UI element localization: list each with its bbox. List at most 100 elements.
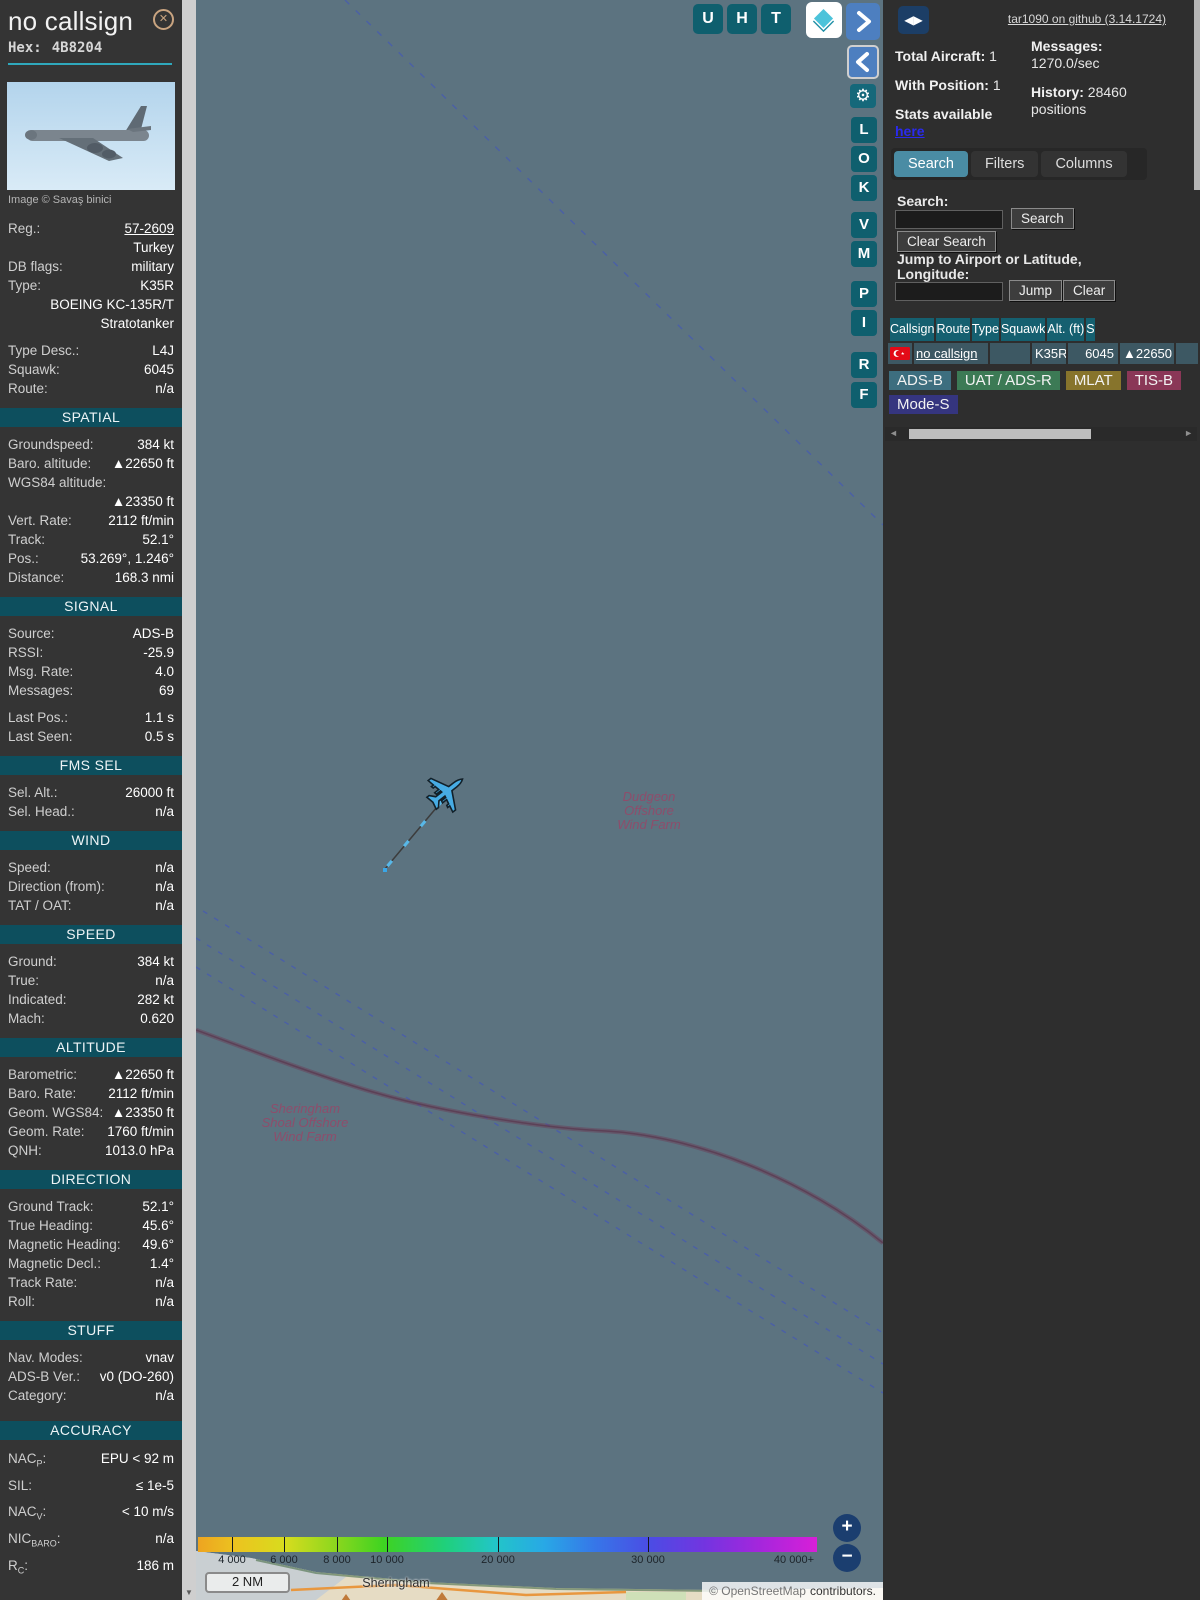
- map-button-follow[interactable]: F: [851, 382, 877, 408]
- table-header-cell[interactable]: Callsign: [890, 318, 934, 341]
- row-value: Turkey: [8, 238, 174, 257]
- section-altitude: ALTITUDE Barometric: ▲22650 ft Baro. Rat…: [0, 1038, 182, 1160]
- table-header-cell[interactable]: S: [1086, 318, 1094, 341]
- row-label: Source:: [8, 624, 55, 643]
- stats-here-link[interactable]: here: [895, 123, 925, 139]
- map-button-p[interactable]: P: [851, 281, 877, 307]
- tab[interactable]: Columns: [1041, 151, 1126, 177]
- row-value: -25.9: [43, 643, 174, 662]
- search-input[interactable]: [895, 210, 1003, 229]
- data-row: Baro. Rate: 2112 ft/min: [0, 1084, 182, 1103]
- aircraft-trail: [383, 801, 442, 872]
- reg-link[interactable]: 57-2609: [40, 219, 174, 238]
- aircraft-icon[interactable]: [419, 763, 475, 819]
- accent-divider: [8, 63, 172, 65]
- legend-chip[interactable]: MLAT: [1066, 371, 1121, 390]
- type-cell: K35R: [1032, 343, 1066, 364]
- info-row: Type Desc.: L4J: [0, 341, 182, 360]
- table-horizontal-scrollbar[interactable]: ◄ ►: [885, 427, 1197, 441]
- panel-resize-button[interactable]: ◀▶: [898, 6, 929, 34]
- legend-chip[interactable]: Mode-S: [889, 395, 958, 414]
- row-value: 1013.0 hPa: [42, 1141, 174, 1160]
- scroll-right-arrow-icon[interactable]: ►: [1184, 428, 1193, 438]
- jump-input[interactable]: [895, 282, 1003, 301]
- settings-button[interactable]: ⚙: [850, 84, 876, 108]
- row-label: RSSI:: [8, 643, 43, 662]
- row-label: Nav. Modes:: [8, 1348, 83, 1367]
- clear-search-button[interactable]: Clear Search: [897, 231, 996, 252]
- data-row: Last Pos.: 1.1 s: [0, 708, 182, 727]
- map-button-reset[interactable]: R: [851, 352, 877, 378]
- reg-label: Reg.:: [8, 219, 40, 238]
- legend-chip[interactable]: ADS-B: [889, 371, 951, 390]
- panel-vertical-scrollbar-thumb[interactable]: [1194, 0, 1200, 190]
- map-canvas[interactable]: Dudgeon Offshore Wind Farm Sheringham Sh…: [196, 0, 883, 1600]
- section-header-wind: WIND: [0, 831, 182, 850]
- map-button-multiselect[interactable]: M: [851, 241, 877, 267]
- row-value: 53.269°, 1.246°: [39, 549, 174, 568]
- row-value: EPU < 92 m: [46, 1448, 174, 1475]
- map-button-overlays[interactable]: O: [851, 146, 877, 172]
- toggle-tracks-button[interactable]: T: [761, 4, 791, 34]
- right-panel: ◀▶ tar1090 on github (3.14.1724) Total A…: [883, 0, 1200, 1600]
- aircraft-photo[interactable]: [7, 82, 175, 190]
- map-button-v[interactable]: V: [851, 212, 877, 238]
- table-row[interactable]: no callsign K35R 6045 ▲22650: [888, 343, 1198, 364]
- info-row: Stratotanker: [0, 314, 182, 333]
- row-value: n/a: [61, 1528, 174, 1555]
- data-row: WGS84 altitude:: [0, 473, 182, 492]
- aircraft-table: CallsignRouteTypeSquawkAlt. (ft)S no cal…: [888, 318, 1198, 366]
- section-spatial: SPATIAL Groundspeed: 384 kt Baro. altitu…: [0, 408, 182, 587]
- row-label: Direction (from):: [8, 877, 105, 896]
- callsign-title: no callsign: [8, 6, 172, 37]
- row-label: Track Rate:: [8, 1273, 77, 1292]
- layers-icon: [806, 2, 842, 38]
- panel-tabs: SearchFiltersColumns: [891, 148, 1147, 180]
- row-label: Track:: [8, 530, 45, 549]
- table-header-cell[interactable]: Alt. (ft): [1047, 318, 1084, 341]
- squawk-cell: 6045: [1068, 343, 1118, 364]
- osm-link[interactable]: © OpenStreetMap: [709, 1584, 806, 1598]
- aircraft-detail-sidebar: no callsign ✕ Hex:4B8204 Image © Savaş b…: [0, 0, 182, 1600]
- toggle-units-button[interactable]: U: [693, 4, 723, 34]
- close-icon[interactable]: ✕: [153, 9, 174, 30]
- search-button[interactable]: Search: [1011, 208, 1074, 229]
- row-value: n/a: [105, 877, 174, 896]
- data-row: ADS-B Ver.: v0 (DO-260): [0, 1367, 182, 1386]
- sidebar-collapse-button[interactable]: [847, 45, 879, 79]
- row-label: Mach:: [8, 1009, 45, 1028]
- data-row: Ground Track: 52.1°: [0, 1197, 182, 1216]
- scrollbar-thumb[interactable]: [909, 429, 1091, 439]
- info-row: Turkey: [0, 238, 182, 257]
- legend-chip[interactable]: UAT / ADS-R: [957, 371, 1060, 390]
- callsign-cell[interactable]: no callsign: [914, 343, 988, 364]
- table-header-cell[interactable]: Type: [972, 318, 999, 341]
- scroll-left-arrow-icon[interactable]: ◄: [889, 428, 898, 438]
- jump-button[interactable]: Jump: [1009, 280, 1062, 301]
- layer-switcher-button[interactable]: [806, 2, 842, 38]
- tab[interactable]: Search: [894, 151, 968, 177]
- row-label: Roll:: [8, 1292, 35, 1311]
- legend-chip[interactable]: TIS-B: [1127, 371, 1181, 390]
- data-row: True: n/a: [0, 971, 182, 990]
- row-label: Sel. Head.:: [8, 802, 75, 821]
- scrollbar-down-arrow-icon[interactable]: ▼: [182, 1588, 196, 1597]
- data-row: Mach: 0.620: [0, 1009, 182, 1028]
- github-link[interactable]: tar1090 on github (3.14.1724): [1008, 12, 1166, 26]
- row-value: n/a: [35, 1292, 174, 1311]
- map-button-isolate[interactable]: I: [851, 310, 877, 336]
- zoom-out-button[interactable]: −: [833, 1544, 861, 1572]
- zoom-in-button[interactable]: +: [833, 1514, 861, 1542]
- flag-cell: [888, 343, 912, 364]
- row-value: 384 kt: [57, 952, 174, 971]
- tab[interactable]: Filters: [971, 151, 1038, 177]
- map-button-tracks[interactable]: K: [851, 175, 877, 201]
- table-header-cell[interactable]: Squawk: [1001, 318, 1045, 341]
- sidebar-header: no callsign ✕ Hex:4B8204: [0, 0, 182, 65]
- jump-clear-button[interactable]: Clear: [1063, 280, 1115, 301]
- sidebar-scrollbar[interactable]: ▼: [182, 0, 196, 1600]
- map-button-labels[interactable]: L: [851, 117, 877, 143]
- table-header-cell[interactable]: Route: [936, 318, 969, 341]
- sidebar-expand-button[interactable]: [846, 3, 880, 40]
- toggle-heatmap-button[interactable]: H: [727, 4, 757, 34]
